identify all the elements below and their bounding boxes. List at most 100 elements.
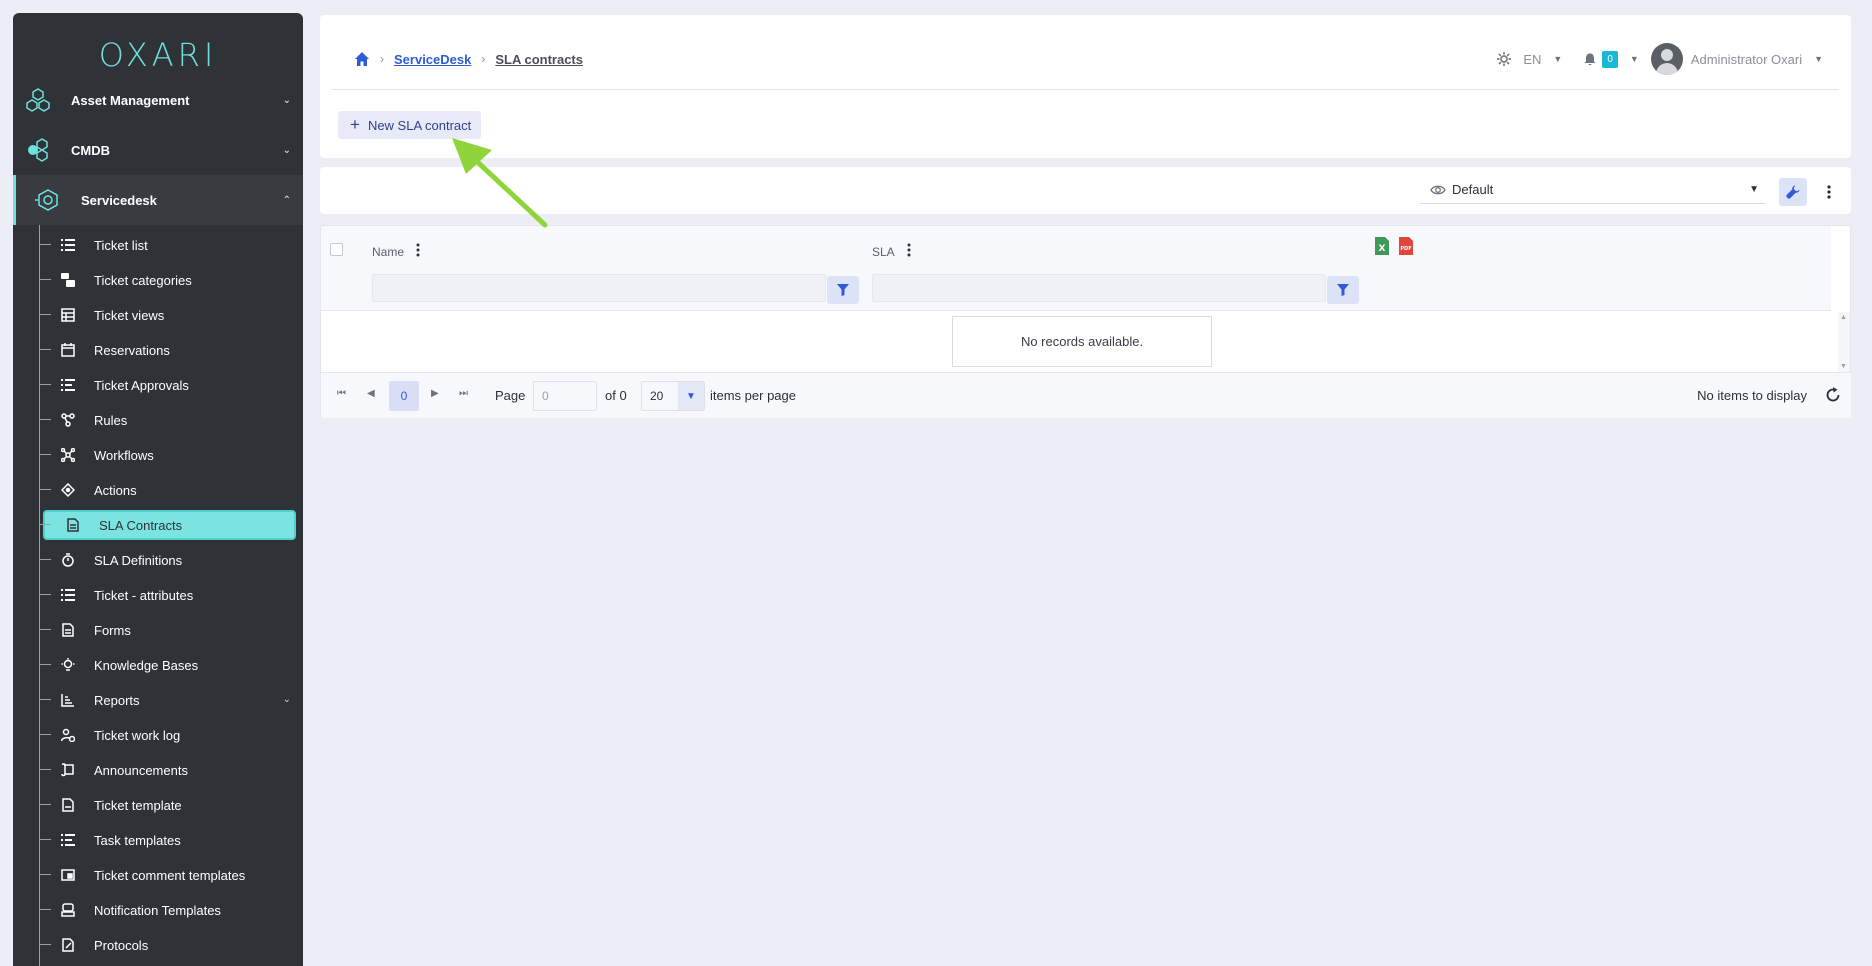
sidebar-item-announcements[interactable]: Announcements <box>13 755 303 785</box>
column-header-sla[interactable]: SLA <box>872 245 895 259</box>
grid-toolbar: Default ▼ <box>320 167 1851 214</box>
first-page-icon[interactable]: ⏮ <box>337 388 346 399</box>
page-size-select[interactable]: 20 ▼ <box>641 381 705 411</box>
pdf-export-icon[interactable]: PDF <box>1399 237 1413 255</box>
sidebar-item-ticket-categories[interactable]: Ticket categories <box>13 265 303 295</box>
sidebar-item-label: SLA Contracts <box>99 518 183 533</box>
tree-branch <box>39 349 51 350</box>
protocol-icon <box>62 938 74 952</box>
scroll-down-icon[interactable]: ▼ <box>1840 363 1847 370</box>
sidebar-item-label: Announcements <box>94 763 188 778</box>
column-menu-icon[interactable] <box>416 243 420 257</box>
sla-filter-button[interactable] <box>1327 276 1359 304</box>
gear-icon[interactable] <box>1497 52 1512 66</box>
nav-cmdb[interactable]: CMDB ⌄ <box>13 125 303 175</box>
grid-body: No records available. <box>321 312 1851 372</box>
chevron-down-icon: ▼ <box>1749 184 1759 195</box>
chevron-down-icon[interactable]: ▼ <box>1630 54 1639 64</box>
tree-branch <box>39 804 51 805</box>
chevron-up-icon: ⌃ <box>282 194 291 206</box>
page-number-input[interactable]: 0 <box>533 381 597 411</box>
sidebar-item-reports[interactable]: Reports ⌄ <box>13 685 303 715</box>
language-selector[interactable]: EN <box>1523 52 1541 67</box>
chevron-down-icon[interactable]: ▼ <box>1814 54 1823 64</box>
sidebar-item-label: Ticket template <box>94 798 182 813</box>
bell-icon[interactable] <box>1584 53 1596 66</box>
avatar[interactable] <box>1650 43 1683 75</box>
next-page-icon[interactable]: ▶ <box>431 388 439 399</box>
sidebar-item-workflows[interactable]: Workflows <box>13 440 303 470</box>
more-options-button[interactable] <box>1820 178 1838 206</box>
new-sla-contract-button[interactable]: + New SLA contract <box>338 111 482 139</box>
sidebar-item-label: SLA Definitions <box>94 553 183 568</box>
table-icon <box>61 308 75 322</box>
avatar-body <box>1655 63 1678 75</box>
view-selector-value: Default <box>1452 182 1494 197</box>
breadcrumb-servicedesk[interactable]: ServiceDesk <box>394 52 471 67</box>
grid-settings-button[interactable] <box>1779 178 1807 206</box>
tree-branch <box>39 769 51 770</box>
column-header-name[interactable]: Name <box>372 245 404 259</box>
home-icon[interactable] <box>354 51 370 67</box>
tree-branch <box>39 489 51 490</box>
sidebar-item-label: Reports <box>94 693 140 708</box>
filter-icon <box>1337 284 1349 296</box>
stopwatch-icon <box>62 553 74 567</box>
sidebar-item-ticket-approvals[interactable]: Ticket Approvals <box>13 370 303 400</box>
user-name[interactable]: Administrator Oxari <box>1691 52 1802 67</box>
sidebar-item-ticket-views[interactable]: Ticket views <box>13 300 303 330</box>
sidebar-item-ticket-template[interactable]: Ticket template <box>13 790 303 820</box>
chevron-down-icon[interactable]: ▼ <box>1553 54 1562 64</box>
sidebar-item-sla-contracts[interactable]: SLA Contracts <box>13 510 303 540</box>
select-all-checkbox[interactable] <box>330 243 343 256</box>
sidebar-item-rules[interactable]: Rules <box>13 405 303 435</box>
sidebar-item-task-templates[interactable]: Task templates <box>13 825 303 855</box>
sidebar-item-protocols[interactable]: Protocols <box>13 930 303 960</box>
sla-filter-input[interactable] <box>872 274 1326 302</box>
chevron-down-icon[interactable]: ▼ <box>678 382 704 410</box>
lightbulb-icon <box>61 658 75 671</box>
plus-icon: + <box>350 115 360 134</box>
sidebar-item-ticket-comment-templates[interactable]: Ticket comment templates <box>13 860 303 890</box>
cmdb-icon <box>28 138 48 162</box>
sidebar-item-actions[interactable]: Actions <box>13 475 303 505</box>
sidebar-item-label: Ticket comment templates <box>94 868 246 883</box>
vertical-scrollbar[interactable]: ▲ ▼ <box>1838 312 1850 372</box>
sidebar-item-notification-templates[interactable]: Notification Templates <box>13 895 303 925</box>
sidebar-item-ticket-work-log[interactable]: Ticket work log <box>13 720 303 750</box>
oxari-logo[interactable]: OXARI <box>13 35 303 75</box>
sidebar-item-sla-definitions[interactable]: SLA Definitions <box>13 545 303 575</box>
name-filter-input[interactable] <box>372 274 826 302</box>
current-page-button[interactable]: 0 <box>389 381 419 411</box>
nav-servicedesk[interactable]: Servicedesk ⌃ <box>13 175 303 225</box>
sidebar-item-forms[interactable]: Forms <box>13 615 303 645</box>
avatar-head <box>1660 49 1673 61</box>
breadcrumb-sla-contracts[interactable]: SLA contracts <box>495 52 583 67</box>
sidebar-item-knowledge-bases[interactable]: Knowledge Bases <box>13 650 303 680</box>
nav-asset-management[interactable]: Asset Management ⌄ <box>13 75 303 125</box>
previous-page-icon[interactable]: ◀ <box>367 388 375 399</box>
last-page-icon[interactable]: ⏭ <box>459 388 468 399</box>
sidebar-item-ticket-list[interactable]: Ticket list <box>13 230 303 260</box>
refresh-icon[interactable] <box>1825 387 1841 403</box>
approval-list-icon <box>61 379 75 391</box>
sidebar-item-reservations[interactable]: Reservations <box>13 335 303 365</box>
tree-branch <box>39 524 51 525</box>
logo-text: OXARI <box>98 36 218 74</box>
sidebar-item-ticket-attributes[interactable]: Ticket - attributes <box>13 580 303 610</box>
name-filter-button[interactable] <box>827 276 859 304</box>
column-menu-icon[interactable] <box>907 243 911 257</box>
excel-export-icon[interactable]: X <box>1375 237 1389 255</box>
tree-branch <box>39 419 51 420</box>
scroll-up-icon[interactable]: ▲ <box>1840 314 1847 321</box>
view-selector[interactable]: Default ▼ <box>1420 176 1765 204</box>
notification-count-badge[interactable]: 0 <box>1602 50 1618 68</box>
tree-branch <box>39 384 51 385</box>
pager: ⏮ ◀ 0 ▶ ⏭ Page 0 of 0 20 ▼ items per pag… <box>321 372 1851 418</box>
document-icon <box>67 518 79 532</box>
calendar-icon <box>61 343 75 357</box>
sidebar-item-label: Task templates <box>94 833 181 848</box>
list-icon <box>61 239 75 251</box>
page-header: › ServiceDesk › SLA contracts EN ▼ 0 ▼ A… <box>320 15 1851 158</box>
user-clock-icon <box>61 728 75 742</box>
